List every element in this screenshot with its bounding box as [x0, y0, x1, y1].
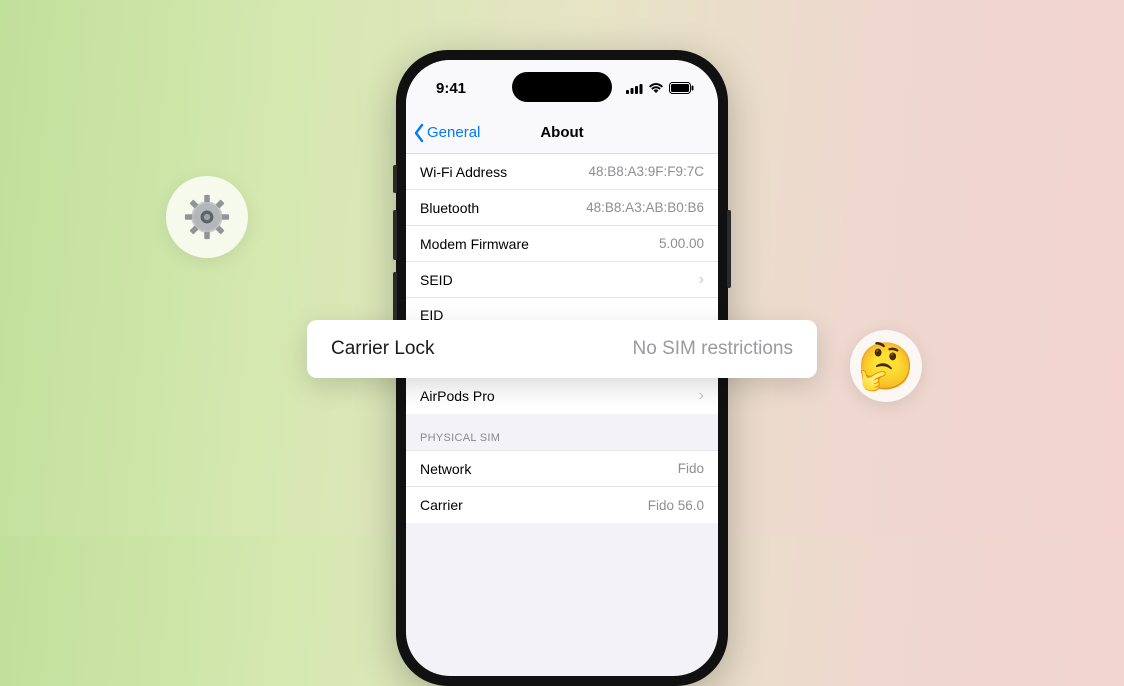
- row-value: 5.00.00: [659, 236, 704, 251]
- volume-down-button: [393, 272, 397, 322]
- thinking-face-icon: 🤔: [857, 343, 914, 389]
- settings-list-1: Wi-Fi Address 48:B8:A3:9F:F9:7C Bluetoot…: [406, 154, 718, 346]
- volume-up-button: [393, 210, 397, 260]
- chevron-right-icon: ›: [699, 271, 704, 289]
- chevron-left-icon: [412, 123, 426, 143]
- settings-list-2: AirPods Pro ›: [406, 378, 718, 414]
- row-wifi-address[interactable]: Wi-Fi Address 48:B8:A3:9F:F9:7C: [406, 154, 718, 190]
- battery-icon: [669, 82, 694, 94]
- page-title: About: [540, 124, 583, 141]
- row-label: Wi-Fi Address: [420, 164, 507, 180]
- chevron-right-icon: ›: [699, 387, 704, 405]
- row-modem-firmware[interactable]: Modem Firmware 5.00.00: [406, 226, 718, 262]
- row-label: AirPods Pro: [420, 388, 495, 404]
- back-button[interactable]: General: [412, 123, 480, 143]
- row-seid[interactable]: SEID ›: [406, 262, 718, 298]
- status-time: 9:41: [436, 76, 466, 97]
- nav-bar: General About: [406, 112, 718, 154]
- section-header-physical-sim: PHYSICAL SIM: [406, 414, 718, 451]
- thinking-emoji-bubble: 🤔: [850, 330, 922, 402]
- dynamic-island: [512, 72, 612, 102]
- row-label: Modem Firmware: [420, 236, 529, 252]
- callout-label: Carrier Lock: [331, 338, 434, 360]
- carrier-lock-callout: Carrier Lock No SIM restrictions: [307, 320, 817, 378]
- power-button: [727, 210, 731, 288]
- signal-icon: [626, 83, 643, 94]
- status-icons: [626, 78, 694, 94]
- row-value: 48:B8:A3:9F:F9:7C: [588, 164, 704, 179]
- row-value: Fido 56.0: [648, 498, 704, 513]
- row-label: Bluetooth: [420, 200, 479, 216]
- row-bluetooth[interactable]: Bluetooth 48:B8:A3:AB:B0:B6: [406, 190, 718, 226]
- row-carrier[interactable]: Carrier Fido 56.0: [406, 487, 718, 523]
- callout-value: No SIM restrictions: [633, 338, 793, 360]
- gear-icon: [184, 194, 230, 240]
- row-value: Fido: [678, 461, 704, 476]
- wifi-icon: [648, 82, 664, 94]
- settings-list-3: Network Fido Carrier Fido 56.0: [406, 451, 718, 523]
- row-airpods[interactable]: AirPods Pro ›: [406, 378, 718, 414]
- row-label: SEID: [420, 272, 453, 288]
- row-value: 48:B8:A3:AB:B0:B6: [586, 200, 704, 215]
- gear-bubble: [166, 176, 248, 258]
- scene: 9:41: [0, 0, 1124, 536]
- row-network[interactable]: Network Fido: [406, 451, 718, 487]
- row-label: Network: [420, 461, 471, 477]
- back-label: General: [427, 124, 480, 141]
- row-label: Carrier: [420, 497, 463, 513]
- silent-switch: [393, 165, 397, 193]
